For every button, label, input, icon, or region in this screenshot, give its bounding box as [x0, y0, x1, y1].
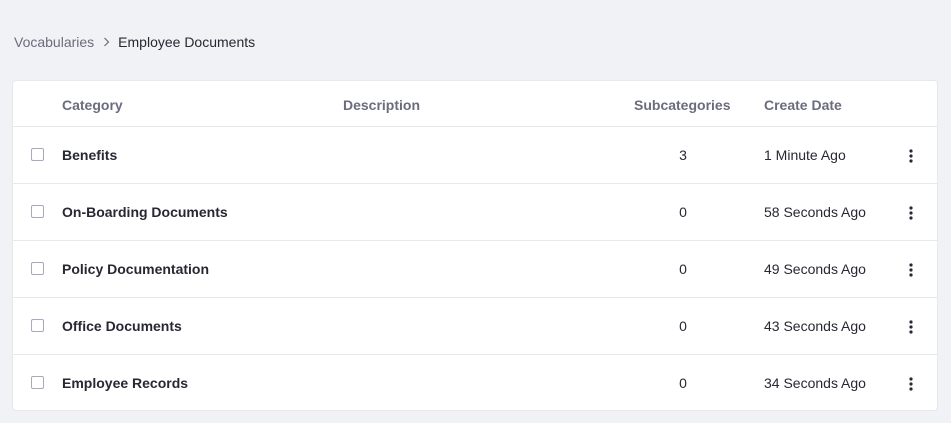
- column-header-description: Description: [343, 97, 421, 113]
- create-date: 1 Minute Ago: [764, 147, 846, 163]
- row-checkbox[interactable]: [31, 205, 44, 218]
- table-row: Benefits 3 1 Minute Ago: [13, 127, 937, 184]
- column-header-category[interactable]: Category: [62, 97, 123, 113]
- row-checkbox[interactable]: [31, 262, 44, 275]
- create-date: 43 Seconds Ago: [764, 318, 866, 334]
- column-header-create-date[interactable]: Create Date: [764, 97, 842, 113]
- create-date: 34 Seconds Ago: [764, 375, 866, 391]
- table-row: On-Boarding Documents 0 58 Seconds Ago: [13, 184, 937, 241]
- category-name[interactable]: On-Boarding Documents: [62, 204, 228, 220]
- ellipsis-vertical-icon[interactable]: [902, 373, 920, 395]
- table-row: Policy Documentation 0 49 Seconds Ago: [13, 241, 937, 298]
- subcategories-count: 0: [679, 204, 687, 220]
- category-name[interactable]: Policy Documentation: [62, 261, 209, 277]
- subcategories-count: 3: [679, 147, 687, 163]
- category-name[interactable]: Office Documents: [62, 318, 182, 334]
- ellipsis-vertical-icon[interactable]: [902, 202, 920, 224]
- create-date: 49 Seconds Ago: [764, 261, 866, 277]
- ellipsis-vertical-icon[interactable]: [902, 316, 920, 338]
- table-row: Employee Records 0 34 Seconds Ago: [13, 355, 937, 410]
- table-row: Office Documents 0 43 Seconds Ago: [13, 298, 937, 355]
- category-name[interactable]: Employee Records: [62, 375, 188, 391]
- create-date: 58 Seconds Ago: [764, 204, 866, 220]
- breadcrumb-link-vocabularies[interactable]: Vocabularies: [14, 34, 94, 50]
- row-checkbox[interactable]: [31, 319, 44, 332]
- chevron-right-icon: [103, 37, 110, 47]
- subcategories-count: 0: [679, 261, 687, 277]
- category-name[interactable]: Benefits: [62, 147, 117, 163]
- row-checkbox[interactable]: [31, 376, 44, 389]
- breadcrumb: Vocabularies Employee Documents: [14, 33, 255, 51]
- categories-table: Category Description Subcategories Creat…: [12, 80, 938, 411]
- ellipsis-vertical-icon[interactable]: [902, 145, 920, 167]
- ellipsis-vertical-icon[interactable]: [902, 259, 920, 281]
- subcategories-count: 0: [679, 375, 687, 391]
- breadcrumb-current: Employee Documents: [118, 34, 256, 50]
- column-header-subcategories: Subcategories: [634, 97, 731, 113]
- table-header: Category Description Subcategories Creat…: [13, 81, 937, 127]
- subcategories-count: 0: [679, 318, 687, 334]
- row-checkbox[interactable]: [31, 148, 44, 161]
